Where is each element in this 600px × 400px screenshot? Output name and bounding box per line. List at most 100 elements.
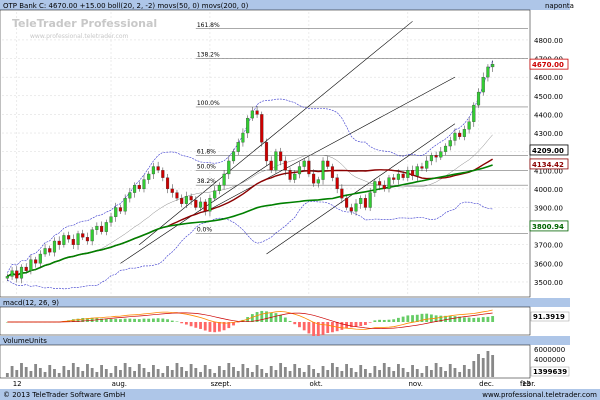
volume-bar xyxy=(382,363,386,377)
volume-bar xyxy=(170,370,174,377)
value-tag-label: 4134.42 xyxy=(532,161,564,169)
macd-histogram-bar xyxy=(152,318,155,322)
fib-label: 61.8% xyxy=(197,148,216,155)
macd-histogram-bar xyxy=(147,318,151,322)
volume-bar xyxy=(86,364,89,377)
candle-body xyxy=(137,185,141,190)
watermark-title: TeleTrader Professional xyxy=(12,17,157,30)
candle-body xyxy=(100,225,104,232)
candle-body xyxy=(5,276,9,279)
volume-bar xyxy=(364,369,367,377)
volume-bar xyxy=(458,372,462,377)
macd-histogram-bar xyxy=(302,322,306,331)
volume-bar xyxy=(100,365,103,377)
y-tick-label: 3700.00 xyxy=(534,242,563,250)
candle-body xyxy=(217,185,221,191)
macd-histogram-bar xyxy=(406,315,410,322)
macd-histogram-bar xyxy=(184,322,188,325)
volume-bar xyxy=(415,369,419,377)
candle-body xyxy=(288,170,292,180)
volume-header-bar xyxy=(0,336,570,345)
volume-header-text: VolumeUnits xyxy=(3,337,47,345)
fib-label: 161.8% xyxy=(197,22,220,29)
volume-bar xyxy=(392,371,396,377)
candle-body xyxy=(57,240,61,245)
volume-bar xyxy=(406,372,410,377)
candle-body xyxy=(274,151,278,171)
volume-bar xyxy=(114,366,118,377)
candle-body xyxy=(189,196,193,201)
candle-body xyxy=(123,198,127,212)
volume-bar xyxy=(208,369,212,377)
volume-bar xyxy=(123,363,127,377)
volume-bar xyxy=(15,370,19,377)
candle-body xyxy=(434,155,438,158)
candle-body xyxy=(38,253,42,264)
candle-body xyxy=(170,188,174,193)
volume-bar xyxy=(71,363,75,377)
volume-bar xyxy=(340,371,344,377)
y-tick-label: 4600.00 xyxy=(534,74,563,82)
volume-bar xyxy=(43,372,47,377)
volume-bar xyxy=(307,365,311,377)
candle-body xyxy=(307,160,311,175)
macd-histogram-bar xyxy=(137,319,141,322)
volume-bar xyxy=(283,367,287,377)
candle-body xyxy=(491,63,495,68)
candle-body xyxy=(246,117,250,134)
footer-url[interactable]: www.professional.teletrader.com xyxy=(482,391,597,399)
volume-bar xyxy=(166,366,169,377)
candle-body xyxy=(260,114,264,143)
x-tick-label: okt. xyxy=(310,380,323,388)
candle-body xyxy=(462,129,466,137)
volume-bar xyxy=(444,371,447,377)
macd-histogram-bar xyxy=(331,322,334,333)
macd-histogram-bar xyxy=(307,322,311,334)
volume-bar xyxy=(331,363,334,377)
macd-histogram-bar xyxy=(368,322,372,323)
candle-body xyxy=(330,166,335,178)
volume-bar xyxy=(109,373,113,377)
candle-body xyxy=(321,160,325,180)
candle-body xyxy=(453,132,457,141)
volume-bar xyxy=(90,368,94,377)
candle-body xyxy=(448,140,452,147)
candle-body xyxy=(359,198,363,204)
volume-bar xyxy=(57,373,61,377)
candle-body xyxy=(29,259,33,271)
macd-histogram-bar xyxy=(133,318,136,322)
macd-histogram-bar xyxy=(274,313,278,322)
macd-histogram-bar xyxy=(321,322,325,335)
macd-histogram-bar xyxy=(364,322,367,326)
volume-bar xyxy=(439,367,443,377)
volume-bar xyxy=(368,373,372,377)
candle-body xyxy=(114,207,118,217)
volume-bar xyxy=(184,371,188,377)
macd-histogram-bar xyxy=(208,322,212,332)
candle-body xyxy=(429,155,433,162)
fib-label: 50.0% xyxy=(197,163,216,170)
macd-histogram-bar xyxy=(203,322,207,331)
candle-body xyxy=(316,179,320,184)
volume-bar xyxy=(213,373,217,377)
macd-histogram-bar xyxy=(142,318,146,322)
candle-body xyxy=(467,121,471,130)
volume-bar xyxy=(38,368,42,377)
volume-bar xyxy=(48,365,52,377)
volume-bar xyxy=(175,363,179,377)
candle-body xyxy=(396,173,400,180)
candle-body xyxy=(392,177,396,180)
volume-bar xyxy=(203,365,207,377)
volume-bar xyxy=(152,365,155,377)
y-tick-label: 4000.00 xyxy=(534,186,563,194)
y-tick-label: 4500.00 xyxy=(534,93,563,101)
candle-body xyxy=(476,91,481,106)
candle-body xyxy=(363,198,367,208)
candle-body xyxy=(156,166,160,171)
candle-body xyxy=(95,225,99,230)
candle-body xyxy=(406,170,410,178)
volume-bar xyxy=(180,367,184,377)
candle-body xyxy=(52,240,57,253)
stock-chart: OTP Bank C: 4670.00 +15.00 boll(20, 2, -… xyxy=(0,0,600,400)
candle-body xyxy=(109,216,113,223)
